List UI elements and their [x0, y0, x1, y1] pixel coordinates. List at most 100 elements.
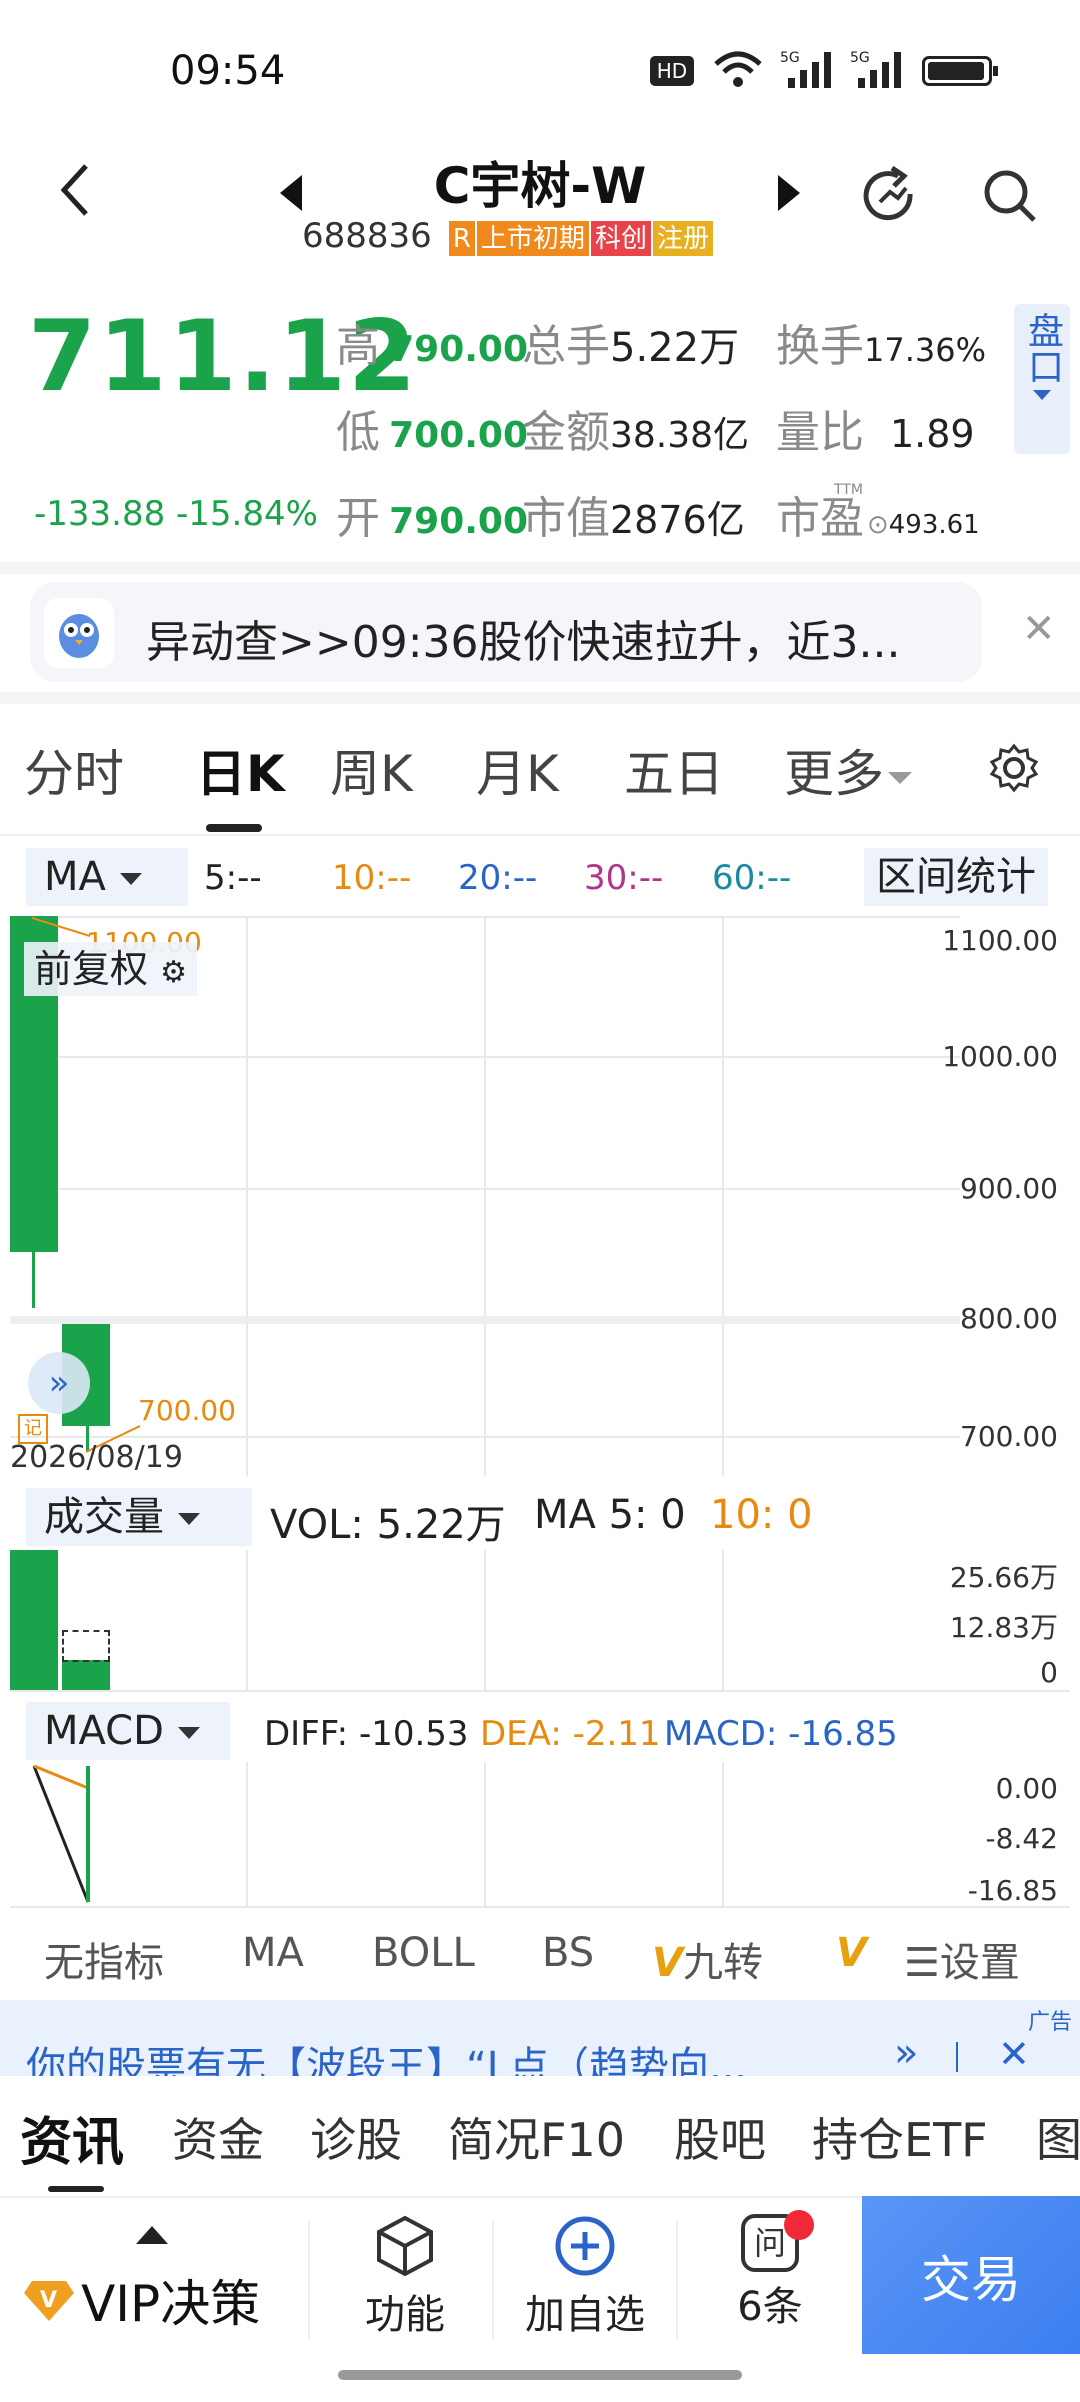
chart-settings-button[interactable] [988, 742, 1040, 798]
subtab-chart[interactable]: 图 [1036, 2104, 1080, 2170]
expand-button[interactable]: » [28, 1352, 90, 1414]
subtab-diagnosis[interactable]: 诊股 [310, 2104, 402, 2170]
high-value: 790.00 [389, 329, 529, 370]
vol-ma10: 10: 0 [710, 1492, 813, 1538]
alert-close-button[interactable]: ✕ [1022, 606, 1056, 652]
tab-more[interactable]: 更多 [784, 734, 912, 806]
chevron-down-icon [178, 1513, 200, 1525]
trade-button[interactable]: 交易 [862, 2196, 1080, 2354]
pe-value: 493.61 [888, 510, 980, 540]
search-button[interactable] [980, 166, 1040, 230]
tab-daily-k[interactable]: 日K [196, 734, 285, 806]
home-indicator[interactable] [338, 2370, 742, 2380]
price-change-pct: -15.84% [176, 494, 318, 534]
next-stock-button[interactable] [778, 175, 800, 211]
volume-chart: 25.66万 12.83万 0 [10, 1550, 1070, 1692]
ad-divider [956, 2042, 958, 2072]
fuquan-button[interactable]: 前复权 ⚙ [24, 942, 198, 996]
indicator-ma[interactable]: MA [242, 1930, 304, 1976]
subtab-news[interactable]: 资讯 [20, 2100, 124, 2175]
expand-up-icon[interactable] [136, 2226, 168, 2244]
vol-y-mid: 12.83万 [949, 1611, 1058, 1644]
indicator-none[interactable]: 无指标 [44, 1930, 164, 1988]
ma-selector[interactable]: MA [26, 848, 188, 906]
badge-star-market: 科创 [590, 221, 651, 256]
tab-weekly-k[interactable]: 周K [330, 734, 413, 806]
min-price-label: 700.00 [138, 1394, 236, 1427]
macd-selector-label: MACD [44, 1708, 164, 1754]
refresh-icon [863, 165, 913, 221]
function-label: 功能 [365, 2292, 445, 2338]
cube-icon [377, 2215, 433, 2277]
range-stats-button[interactable]: 区间统计 [864, 848, 1048, 906]
signal-5g-icon-2: 5G [850, 48, 910, 94]
pankou-label: 盘口 [1022, 312, 1063, 384]
tab-five-day[interactable]: 五日 [624, 734, 724, 806]
macd-value: MACD: -16.85 [664, 1714, 898, 1754]
vip-label: VIP决策 [81, 2275, 261, 2333]
alert-bar[interactable]: 异动查>>09:36股价快速拉升，近3... [30, 582, 982, 682]
volume-label: 总手 [522, 321, 610, 372]
ma20-value: 20:-- [458, 858, 538, 898]
vip-decision-button[interactable]: V VIP决策 [22, 2264, 260, 2336]
volume-value: 5.22万 [610, 325, 740, 371]
add-watchlist-button[interactable]: 加自选 [510, 2214, 660, 2340]
v-icon: V [652, 1940, 683, 1986]
y-label-800: 800.00 [960, 1302, 1058, 1335]
subtab-f10[interactable]: 简况F10 [448, 2104, 625, 2170]
refresh-button[interactable] [858, 164, 922, 232]
vol-y-zero: 0 [1040, 1656, 1058, 1689]
indicator-bs[interactable]: BS [542, 1930, 594, 1976]
amount-label: 金额 [522, 407, 610, 458]
turnover-value: 17.36% [864, 331, 987, 369]
pe-tag: TTM [834, 482, 863, 498]
macd-y-bottom: -16.85 [967, 1874, 1058, 1907]
ma60-value: 60:-- [712, 858, 792, 898]
badge-registered: 注册 [653, 221, 714, 256]
alert-text: 异动查>>09:36股价快速拉升，近3... [146, 617, 901, 668]
hd-icon: HD [650, 56, 694, 86]
ad-close-button[interactable]: ✕ [998, 2032, 1030, 2076]
kline-chart[interactable]: 1100.00 1000.00 900.00 800.00 700.00 110… [10, 916, 1070, 1476]
vol-text: VOL: 5.22万 [270, 1502, 506, 1548]
indicator-jiuzhuan[interactable]: V九转 [652, 1930, 763, 1988]
ma5-value: 5:-- [204, 858, 262, 898]
volume-selector[interactable]: 成交量 [26, 1488, 252, 1546]
ad-forward-icon: » [894, 2030, 919, 2076]
pankou-button[interactable]: 盘口 [1014, 304, 1070, 454]
subtab-forum[interactable]: 股吧 [674, 2104, 766, 2170]
ask-button[interactable]: 问 6条 [700, 2210, 840, 2332]
gear-icon: ⚙ [160, 955, 188, 990]
wifi-icon [712, 50, 764, 94]
y-label-1000: 1000.00 [942, 1040, 1058, 1073]
pankou-arrow-icon [1033, 390, 1051, 400]
fuquan-label: 前复权 [34, 947, 149, 991]
function-button[interactable]: 功能 [340, 2214, 470, 2340]
chevron-down-icon [119, 873, 142, 885]
mktcap-value: 2876亿 [610, 498, 745, 542]
battery-icon [922, 56, 998, 86]
turnover-label: 换手 [776, 321, 864, 372]
indicator-v2[interactable]: V [836, 1930, 906, 1976]
subtab-etf[interactable]: 持仓ETF [812, 2104, 988, 2170]
volume-bar-2 [62, 1660, 110, 1690]
macd-y-top: 0.00 [995, 1772, 1058, 1805]
tab-monthly-k[interactable]: 月K [476, 734, 559, 806]
macd-chart: 0.00 -8.42 -16.85 [10, 1762, 1070, 1908]
low-value: 700.00 [389, 415, 529, 456]
owl-icon [44, 598, 114, 668]
double-chevron-right-icon: » [48, 1363, 70, 1403]
y-label-1100: 1100.00 [942, 924, 1058, 957]
indicator-settings-button[interactable]: ☰设置 [904, 1930, 1020, 1988]
subtab-funds[interactable]: 资金 [172, 2104, 264, 2170]
ad-banner[interactable]: 你的股票有无【波段王】“L点（趋势向... 广告 » ✕ [0, 2000, 1080, 2076]
active-tab-indicator [206, 824, 262, 832]
tab-intraday[interactable]: 分时 [24, 734, 124, 806]
macd-selector[interactable]: MACD [26, 1702, 230, 1760]
subtab-indicator [48, 2186, 104, 2192]
ma30-value: 30:-- [584, 858, 664, 898]
badge-listing: 上市初期 [476, 221, 589, 256]
chevron-down-icon [888, 771, 912, 784]
indicator-boll[interactable]: BOLL [372, 1930, 475, 1976]
mktcap-label: 市值 [522, 493, 610, 544]
